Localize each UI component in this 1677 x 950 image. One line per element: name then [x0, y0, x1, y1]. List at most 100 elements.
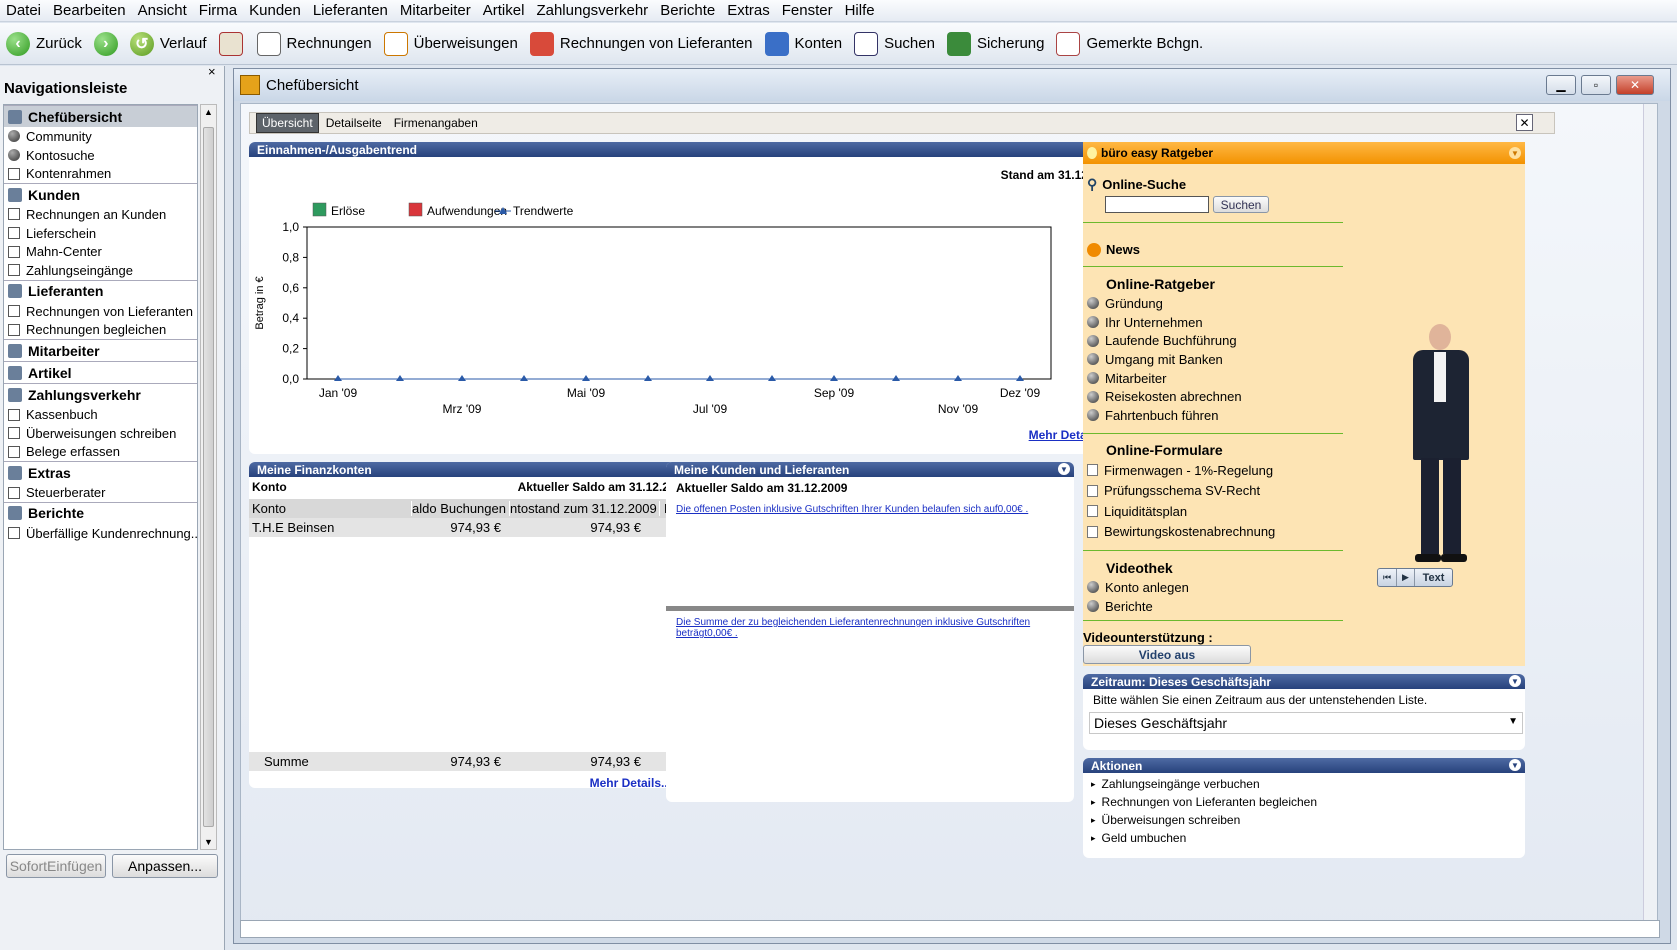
sidebar-item-belege-erfassen[interactable]: Belege erfassen	[4, 443, 197, 462]
scroll-up-icon[interactable]: ▲	[204, 107, 213, 117]
chevron-down-icon[interactable]: ▼	[1058, 463, 1070, 475]
supplier-sum-link[interactable]: Die Summe der zu begleichenden Lieferant…	[676, 617, 1066, 639]
rewind-icon[interactable]: ⏮	[1378, 569, 1396, 586]
action-link[interactable]: ▸ Zahlungseingänge verbuchen	[1083, 775, 1525, 793]
sidebar-item-community[interactable]: Community	[4, 127, 197, 146]
tab-close-icon[interactable]: ✕	[1516, 114, 1533, 131]
sidebar-item-überweisungen-schreiben[interactable]: Überweisungen schreiben	[4, 424, 197, 443]
menu-item-fenster[interactable]: Fenster	[776, 2, 839, 19]
action-link[interactable]: ▸ Geld umbuchen	[1083, 829, 1525, 847]
transfers-button[interactable]: Überweisungen	[383, 31, 518, 56]
marked-bookings-button[interactable]: Gemerkte Bchgn.	[1056, 31, 1203, 56]
minimize-button[interactable]: ▁	[1546, 75, 1576, 95]
ratgeber-link[interactable]: Bewirtungskostenabrechnung	[1083, 522, 1353, 543]
scrollbar-thumb[interactable]	[203, 127, 214, 827]
news-title[interactable]: News	[1087, 242, 1140, 257]
back-button[interactable]: ‹ Zurück	[6, 31, 82, 56]
open-items-link[interactable]: Die offenen Posten inklusive Gutschrifte…	[666, 499, 1074, 520]
sidebar-item-berichte[interactable]: Berichte	[4, 501, 197, 524]
sidebar-item-zahlungsverkehr[interactable]: Zahlungsverkehr	[4, 383, 197, 405]
sidebar-item-mitarbeiter[interactable]: Mitarbeiter	[4, 339, 197, 361]
close-window-button[interactable]: ✕	[1616, 75, 1654, 95]
video-off-button[interactable]: Video aus	[1083, 645, 1251, 664]
table-row[interactable]: T.H.E Beinsen 974,93 € 974,93 €	[249, 518, 689, 537]
backup-button[interactable]: Sicherung	[946, 31, 1044, 56]
ratgeber-link[interactable]: Ihr Unternehmen	[1083, 313, 1353, 332]
divider	[666, 606, 1074, 611]
menu-item-lieferanten[interactable]: Lieferanten	[307, 2, 394, 19]
sidebar-item-chefübersicht[interactable]: Chefübersicht	[4, 105, 197, 127]
sofort-einfuegen-button[interactable]: SofortEinfügen	[6, 854, 106, 878]
play-icon[interactable]: ▶	[1396, 569, 1414, 586]
ratgeber-link[interactable]: Laufende Buchführung	[1083, 331, 1353, 350]
online-search-input[interactable]	[1105, 196, 1209, 213]
sidebar-scrollbar[interactable]: ▲ ▼	[200, 104, 217, 850]
ratgeber-link[interactable]: Berichte	[1083, 597, 1353, 616]
sidebar-item-rechnungen-begleichen[interactable]: Rechnungen begleichen	[4, 321, 197, 340]
ratgeber-link[interactable]: Konto anlegen	[1083, 578, 1353, 597]
sidebar-item-überfällige-kundenrechnung-[interactable]: Überfällige Kundenrechnung...	[4, 524, 197, 543]
chevron-down-icon[interactable]: ▼	[1509, 759, 1521, 771]
x-tick-label: Nov '09	[938, 402, 979, 416]
sidebar-item-kontosuche[interactable]: Kontosuche	[4, 146, 197, 165]
accounts-button[interactable]: Konten	[764, 31, 842, 56]
col-konto[interactable]: Konto	[249, 501, 411, 516]
history-button[interactable]: ↺ Verlauf	[129, 31, 207, 56]
chevron-down-icon[interactable]: ▼	[1509, 675, 1521, 687]
sidebar-item-kassenbuch[interactable]: Kassenbuch	[4, 405, 197, 424]
text-toggle-button[interactable]: Text	[1414, 569, 1452, 586]
action-link[interactable]: ▸ Rechnungen von Lieferanten begleichen	[1083, 793, 1525, 811]
forward-button[interactable]: ›	[93, 31, 124, 56]
sidebar-item-kunden[interactable]: Kunden	[4, 183, 197, 205]
menu-item-zahlungsverkehr[interactable]: Zahlungsverkehr	[530, 2, 654, 19]
chevron-down-icon[interactable]: ▼	[1509, 147, 1521, 159]
sidebar-item-rechnungen-an-kunden[interactable]: Rechnungen an Kunden	[4, 205, 197, 224]
invoices-button[interactable]: Rechnungen	[256, 31, 372, 56]
menu-item-ansicht[interactable]: Ansicht	[132, 2, 193, 19]
ratgeber-link[interactable]: Gründung	[1083, 294, 1353, 313]
close-icon[interactable]: ×	[208, 64, 216, 79]
menu-item-kunden[interactable]: Kunden	[243, 2, 307, 19]
tab-detailseite[interactable]: Detailseite	[321, 114, 387, 132]
sidebar-item-rechnungen-von-lieferanten[interactable]: Rechnungen von Lieferanten	[4, 302, 197, 321]
ratgeber-link[interactable]: Prüfungsschema SV-Recht	[1083, 481, 1353, 502]
menu-item-berichte[interactable]: Berichte	[654, 2, 721, 19]
col-kontostand[interactable]: ntostand zum 31.12.2009	[509, 501, 659, 516]
action-link[interactable]: ▸ Überweisungen schreiben	[1083, 811, 1525, 829]
menu-item-hilfe[interactable]: Hilfe	[839, 2, 881, 19]
tab-firmenangaben[interactable]: Firmenangaben	[389, 114, 483, 132]
scroll-down-icon[interactable]: ▼	[204, 837, 213, 847]
sidebar-item-lieferschein[interactable]: Lieferschein	[4, 224, 197, 243]
content-scrollbar[interactable]	[1643, 104, 1657, 934]
ratgeber-link[interactable]: Reisekosten abrechnen	[1083, 387, 1353, 406]
ratgeber-link[interactable]: Liquiditätsplan	[1083, 501, 1353, 522]
finance-more-details-link[interactable]: Mehr Details...	[590, 776, 671, 788]
news-label: News	[1106, 242, 1140, 257]
sidebar-item-steuerberater[interactable]: Steuerberater	[4, 483, 197, 502]
menu-item-extras[interactable]: Extras	[721, 2, 776, 19]
sidebar-item-lieferanten[interactable]: Lieferanten	[4, 279, 197, 302]
period-select[interactable]: Dieses Geschäftsjahr ▼	[1089, 712, 1523, 734]
maximize-button[interactable]: ▫	[1581, 75, 1611, 95]
col-saldo-buchungen[interactable]: aldo Buchungen	[411, 501, 509, 516]
sidebar-item-artikel[interactable]: Artikel	[4, 361, 197, 383]
menu-item-bearbeiten[interactable]: Bearbeiten	[47, 2, 132, 19]
sidebar-item-extras[interactable]: Extras	[4, 461, 197, 483]
supplier-invoices-button[interactable]: Rechnungen von Lieferanten	[529, 31, 753, 56]
search-button[interactable]: Suchen	[854, 31, 935, 56]
ratgeber-link[interactable]: Firmenwagen - 1%-Regelung	[1083, 460, 1353, 481]
ratgeber-link[interactable]: Mitarbeiter	[1083, 369, 1353, 388]
menu-item-datei[interactable]: Datei	[0, 2, 47, 19]
sidebar-item-mahn-center[interactable]: Mahn-Center	[4, 242, 197, 261]
menu-item-mitarbeiter[interactable]: Mitarbeiter	[394, 2, 477, 19]
home-button[interactable]	[218, 31, 249, 56]
sidebar-item-kontenrahmen[interactable]: Kontenrahmen	[4, 164, 197, 183]
sidebar-item-zahlungseingänge[interactable]: Zahlungseingänge	[4, 261, 197, 280]
online-search-button[interactable]: Suchen	[1213, 196, 1269, 213]
menu-item-firma[interactable]: Firma	[193, 2, 243, 19]
menu-item-artikel[interactable]: Artikel	[477, 2, 531, 19]
tab-uebersicht[interactable]: Übersicht	[256, 113, 319, 133]
ratgeber-link[interactable]: Fahrtenbuch führen	[1083, 406, 1353, 425]
anpassen-button[interactable]: Anpassen...	[112, 854, 218, 878]
ratgeber-link[interactable]: Umgang mit Banken	[1083, 350, 1353, 369]
